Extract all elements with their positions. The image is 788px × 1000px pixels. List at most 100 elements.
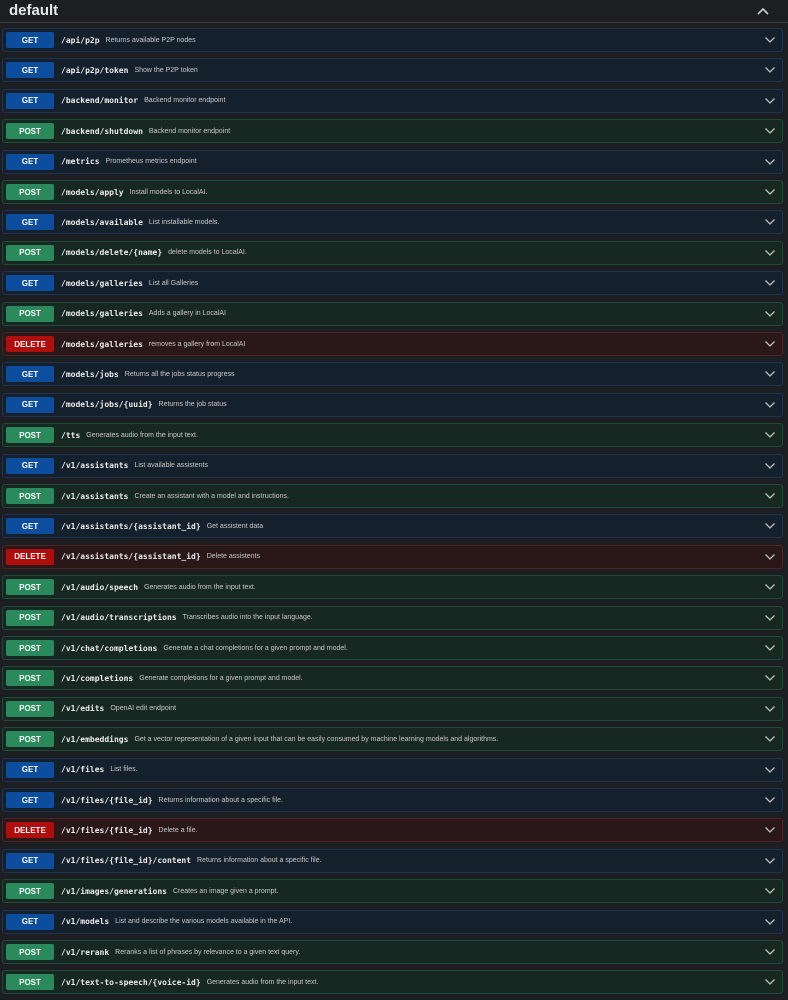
chevron-down-icon[interactable]: [764, 431, 776, 439]
operation-row[interactable]: GET/v1/files List files.: [2, 757, 783, 782]
operation-path: /v1/files/{file_id}: [61, 825, 153, 835]
method-badge-post: POST: [6, 731, 54, 748]
operation-row[interactable]: GET/v1/files/{file_id}/content Returns in…: [2, 848, 783, 873]
method-badge-get: GET: [6, 32, 54, 48]
section-header-default[interactable]: default: [0, 0, 788, 23]
operation-row[interactable]: GET/v1/assistants/{assistant_id} Get assi…: [2, 514, 783, 539]
chevron-down-icon[interactable]: [764, 97, 776, 105]
operation-description: List available assistents: [134, 462, 208, 470]
operation-description: List and describe the various models ava…: [115, 918, 293, 926]
operation-row[interactable]: DELETE/v1/files/{file_id} Delete a file.: [2, 818, 783, 843]
chevron-down-icon[interactable]: [764, 766, 776, 774]
method-badge-post: POST: [6, 123, 54, 140]
operation-row[interactable]: POST/v1/images/generations Creates an ima…: [2, 879, 783, 904]
operation-description: Get assistent data: [206, 522, 264, 530]
operation-row[interactable]: GET/models/galleries List all Galleries: [2, 271, 783, 296]
operation-row[interactable]: GET/v1/files/{file_id} Returns informatio…: [2, 788, 783, 812]
operation-row[interactable]: GET/models/jobs/{uuid} Returns the job st…: [2, 392, 783, 417]
operation-row[interactable]: POST/v1/rerank Reranks a list of phrases …: [2, 940, 783, 964]
chevron-down-icon[interactable]: [764, 218, 776, 226]
chevron-down-icon[interactable]: [764, 583, 776, 591]
operation-path: /v1/files/{file_id}: [61, 795, 153, 805]
operation-row[interactable]: GET/backend/monitor Backend monitor endpo…: [2, 88, 783, 113]
operation-description: Delete assistents: [206, 553, 260, 561]
chevron-down-icon[interactable]: [764, 857, 776, 865]
chevron-down-icon[interactable]: [764, 158, 776, 166]
chevron-down-icon[interactable]: [764, 796, 776, 804]
operation-path: /v1/assistants: [61, 461, 129, 471]
method-badge-get: GET: [6, 761, 54, 778]
operation-row[interactable]: DELETE/models/galleries removes a gallery…: [2, 332, 783, 356]
operation-row[interactable]: POST/models/galleries Adds a gallery in L…: [2, 301, 783, 326]
operation-row[interactable]: GET/v1/models List and describe the vario…: [2, 909, 783, 934]
operation-path: /models/apply: [61, 187, 124, 197]
operation-row[interactable]: POST/v1/edits OpenAI edit endpoint: [2, 696, 783, 721]
operation-description: Reranks a list of phrases by relevance t…: [115, 948, 301, 956]
method-badge-delete: DELETE: [6, 336, 54, 352]
chevron-down-icon[interactable]: [764, 370, 776, 378]
operation-row[interactable]: POST/models/delete/{name} delete models t…: [2, 240, 783, 265]
operation-description: Generates audio from the input text.: [206, 978, 319, 986]
method-badge-post: POST: [6, 670, 54, 687]
chevron-up-icon[interactable]: [756, 5, 770, 17]
operation-row[interactable]: POST/v1/embeddings Get a vector represent…: [2, 727, 783, 752]
chevron-down-icon[interactable]: [764, 279, 776, 287]
chevron-down-icon[interactable]: [764, 66, 776, 74]
chevron-down-icon[interactable]: [764, 553, 776, 561]
chevron-down-icon[interactable]: [764, 36, 776, 44]
operation-row[interactable]: POST/v1/audio/speech Generates audio from…: [2, 575, 783, 600]
method-badge-post: POST: [6, 944, 54, 960]
operation-row[interactable]: GET/models/available List installable mod…: [2, 210, 783, 235]
chevron-down-icon[interactable]: [764, 887, 776, 895]
chevron-down-icon[interactable]: [764, 978, 776, 986]
operation-description: Creates an image given a prompt.: [172, 887, 279, 895]
operation-row[interactable]: POST/v1/completions Generate completions …: [2, 666, 783, 691]
operation-row[interactable]: GET/v1/assistants List available assisten…: [2, 453, 783, 478]
chevron-down-icon[interactable]: [764, 462, 776, 470]
operation-row[interactable]: POST/tts Generates audio from the input t…: [2, 423, 783, 448]
operation-row[interactable]: GET/metrics Prometheus metrics endpoint: [2, 149, 783, 174]
chevron-down-icon[interactable]: [764, 614, 776, 622]
chevron-down-icon[interactable]: [764, 249, 776, 257]
operation-row[interactable]: POST/v1/assistants Create an assistant wi…: [2, 484, 783, 508]
operation-row[interactable]: GET/models/jobs Returns all the jobs stat…: [2, 362, 783, 387]
operation-row[interactable]: POST/backend/shutdown Backend monitor end…: [2, 119, 783, 144]
operation-row[interactable]: GET/api/p2p Returns available P2P nodes: [2, 28, 783, 52]
operation-path: /v1/audio/speech: [61, 582, 139, 592]
operation-row[interactable]: DELETE/v1/assistants/{assistant_id} Delet…: [2, 544, 783, 569]
operation-description: Returns information about a specific fil…: [197, 857, 322, 865]
chevron-down-icon[interactable]: [764, 340, 776, 348]
operation-path: /metrics: [61, 157, 100, 167]
chevron-down-icon[interactable]: [764, 401, 776, 409]
chevron-down-icon[interactable]: [764, 188, 776, 196]
operation-description: Backend monitor endpoint: [144, 97, 226, 105]
method-badge-delete: DELETE: [6, 822, 54, 839]
chevron-down-icon[interactable]: [764, 674, 776, 682]
operation-row[interactable]: POST/models/apply Install models to Local…: [2, 180, 783, 204]
chevron-down-icon[interactable]: [764, 644, 776, 652]
operation-row[interactable]: POST/v1/audio/transcriptions Transcribes …: [2, 605, 783, 630]
chevron-down-icon[interactable]: [764, 522, 776, 530]
chevron-down-icon[interactable]: [764, 735, 776, 743]
operation-description: Show the P2P token: [134, 66, 198, 74]
method-badge-get: GET: [6, 214, 54, 231]
chevron-down-icon[interactable]: [764, 826, 776, 834]
operation-row[interactable]: POST/v1/text-to-speech/{voice-id} Generat…: [2, 970, 783, 995]
section-title: default: [9, 2, 59, 19]
chevron-down-icon[interactable]: [764, 705, 776, 713]
chevron-down-icon[interactable]: [764, 310, 776, 318]
operation-path: /models/galleries: [61, 309, 143, 319]
operation-description: Backend monitor endpoint: [148, 127, 231, 135]
method-badge-post: POST: [6, 974, 54, 991]
operation-path: /api/p2p/token: [61, 65, 129, 75]
method-badge-post: POST: [6, 305, 54, 322]
chevron-down-icon[interactable]: [764, 948, 776, 956]
method-badge-get: GET: [6, 792, 54, 808]
operation-row[interactable]: GET/api/p2p/token Show the P2P token: [2, 58, 783, 83]
chevron-down-icon[interactable]: [764, 127, 776, 135]
operation-description: OpenAI edit endpoint: [110, 705, 177, 713]
chevron-down-icon[interactable]: [764, 918, 776, 926]
operation-path: /models/available: [61, 217, 143, 227]
chevron-down-icon[interactable]: [764, 492, 776, 500]
operation-row[interactable]: POST/v1/chat/completions Generate a chat …: [2, 636, 783, 660]
